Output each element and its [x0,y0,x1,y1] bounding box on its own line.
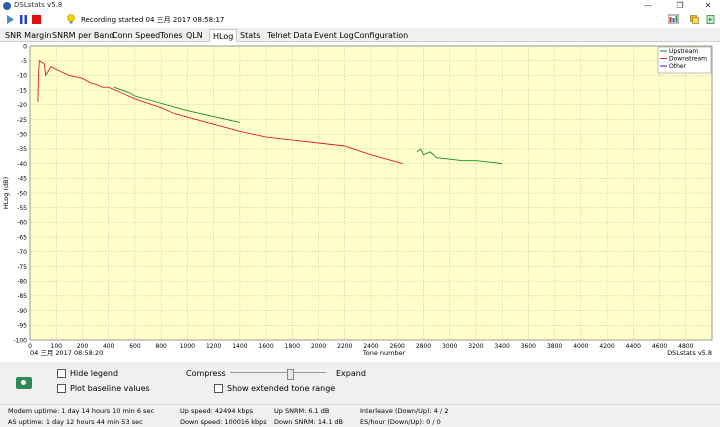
status-bar: Modem uptime: 1 day 14 hours 10 min 6 se… [0,404,720,427]
minimize-button[interactable]: — [636,0,660,12]
chart-legend: UpstreamDownstreamOther [657,46,712,74]
x-tick-label: 4400 [626,343,641,350]
y-tick-label: -25 [17,117,27,124]
hide-legend-checkbox[interactable] [57,369,66,378]
up-snrm: Up SNRM: 6.1 dB [274,407,330,415]
title-bar: DSLstats v5.8 — ❐ ✕ [0,0,720,12]
x-tick-label: 2200 [337,343,352,350]
legend-label: Downstream [669,56,707,63]
hlog-chart: 0 -5 -10 -15 -20 -25 -30 -35 -40 -45 -50 -55 -60 -65 -… [2,43,713,357]
chart-controls: Hide legend Plot baseline values Compres… [0,362,720,404]
y-tick-label: -80 [17,279,27,286]
y-tick-label: -70 [17,249,27,256]
show-extended-label: Show extended tone range [227,384,336,393]
y-tick-label: -55 [17,205,27,212]
interleave: Interleave (Down/Up): 4 / 2 [360,407,449,415]
show-extended-checkbox[interactable] [214,384,223,393]
as-uptime: AS uptime: 1 day 12 hours 44 min 53 sec [8,418,143,426]
x-tick-label: 1600 [258,343,273,350]
x-tick-label: 3400 [495,343,510,350]
exit-icon[interactable] [706,15,715,24]
y-tick-label: -5 [21,58,27,65]
up-speed: Up speed: 42494 kbps [180,407,253,415]
expand-label: Expand [336,369,366,378]
legend-label: Other [669,63,687,70]
toolbar: Recording started 04 三月 2017 08:58:17 [0,12,720,28]
y-tick-label: -60 [17,220,27,227]
x-tick-label: 400 [103,343,115,350]
y-tick-label: -45 [17,176,27,183]
es-per-hour: ES/hour (Down/Up): 0 / 0 [360,418,441,426]
hide-legend-label: Hide legend [70,369,119,378]
chart-watermark: DSLstats v5.8 [667,349,712,357]
y-tick-label: -35 [17,146,27,153]
x-tick-label: 3200 [468,343,483,350]
down-snrm: Down SNRM: 14.1 dB [274,418,343,426]
x-tick-label: 2000 [311,343,326,350]
plot-baseline-checkbox[interactable] [57,384,66,393]
y-tick-label: -65 [17,234,27,241]
x-tick-label: 600 [129,343,141,350]
down-speed: Down speed: 100016 kbps [180,418,267,426]
x-tick-label: 1800 [285,343,300,350]
x-tick-label: 800 [155,343,167,350]
legend-label: Upstream [669,48,698,55]
y-tick-label: -100 [13,337,27,344]
y-tick-label: -90 [17,308,27,315]
plot-baseline-label: Plot baseline values [70,384,150,393]
y-tick-label: -75 [17,264,27,271]
x-tick-label: 3800 [547,343,562,350]
y-tick-label: -85 [17,293,27,300]
y-tick-label: -95 [17,323,27,330]
hlog-chart-panel: 0 -5 -10 -15 -20 -25 -30 -35 -40 -45 -50 -55 -60 -65 -… [0,42,720,362]
modem-uptime: Modem uptime: 1 day 14 hours 10 min 6 se… [8,407,155,415]
y-tick-label: -15 [17,87,27,94]
y-tick-label: -50 [17,190,27,197]
x-tick-label: 2800 [416,343,431,350]
y-tick-label: -40 [17,161,27,168]
tab-snr-margin[interactable]: SNR Margin [2,29,55,42]
y-axis-label: HLog (dB) [2,177,10,209]
tab-tones[interactable]: Tones [157,29,186,42]
recording-status: Recording started 04 三月 2017 08:58:17 [81,16,225,24]
x-tick-label: 4600 [652,343,667,350]
tab-hlog[interactable]: HLog [209,29,238,42]
zoom-slider-track[interactable] [230,372,326,379]
camera-icon[interactable] [16,377,32,389]
play-icon[interactable] [6,15,15,24]
x-tick-label: 3000 [442,343,457,350]
tab-bar: SNR Margin SNRM per Band Conn Speed Tone… [0,28,720,42]
x-tick-label: 1000 [180,343,195,350]
copy-icon[interactable] [690,15,699,24]
x-tick-label: 1200 [206,343,221,350]
stop-icon[interactable] [32,15,41,24]
tab-event-log[interactable]: Event Log [311,29,357,42]
tab-telnet-data[interactable]: Telnet Data [264,29,315,42]
y-tick-label: -10 [17,73,27,80]
zoom-slider-thumb[interactable] [287,369,294,380]
x-tick-label: 1400 [232,343,247,350]
tab-configuration[interactable]: Configuration [351,29,411,42]
y-tick-label: 0 [23,43,27,50]
window-title: DSLstats v5.8 [14,1,63,9]
tab-snrm-per-band[interactable]: SNRM per Band [49,29,117,42]
tab-qln[interactable]: QLN [183,29,206,42]
maximize-button[interactable]: ❐ [668,0,692,12]
chart-timestamp: 04 三月 2017 08:58:20 [30,349,103,357]
x-tick-label: 3600 [521,343,536,350]
stats-window-icon[interactable] [668,14,679,24]
y-tick-label: -30 [17,132,27,139]
lightbulb-icon[interactable] [66,14,76,24]
app-icon [3,2,11,10]
compress-label: Compress [186,369,226,378]
tab-conn-speed[interactable]: Conn Speed [109,29,163,42]
pause-icon[interactable] [19,15,28,24]
tab-stats[interactable]: Stats [237,29,263,42]
y-tick-label: -20 [17,102,27,109]
x-axis-label: Tone number [362,349,406,357]
x-tick-label: 4200 [599,343,614,350]
close-button[interactable]: ✕ [696,0,720,12]
x-tick-label: 4000 [573,343,588,350]
